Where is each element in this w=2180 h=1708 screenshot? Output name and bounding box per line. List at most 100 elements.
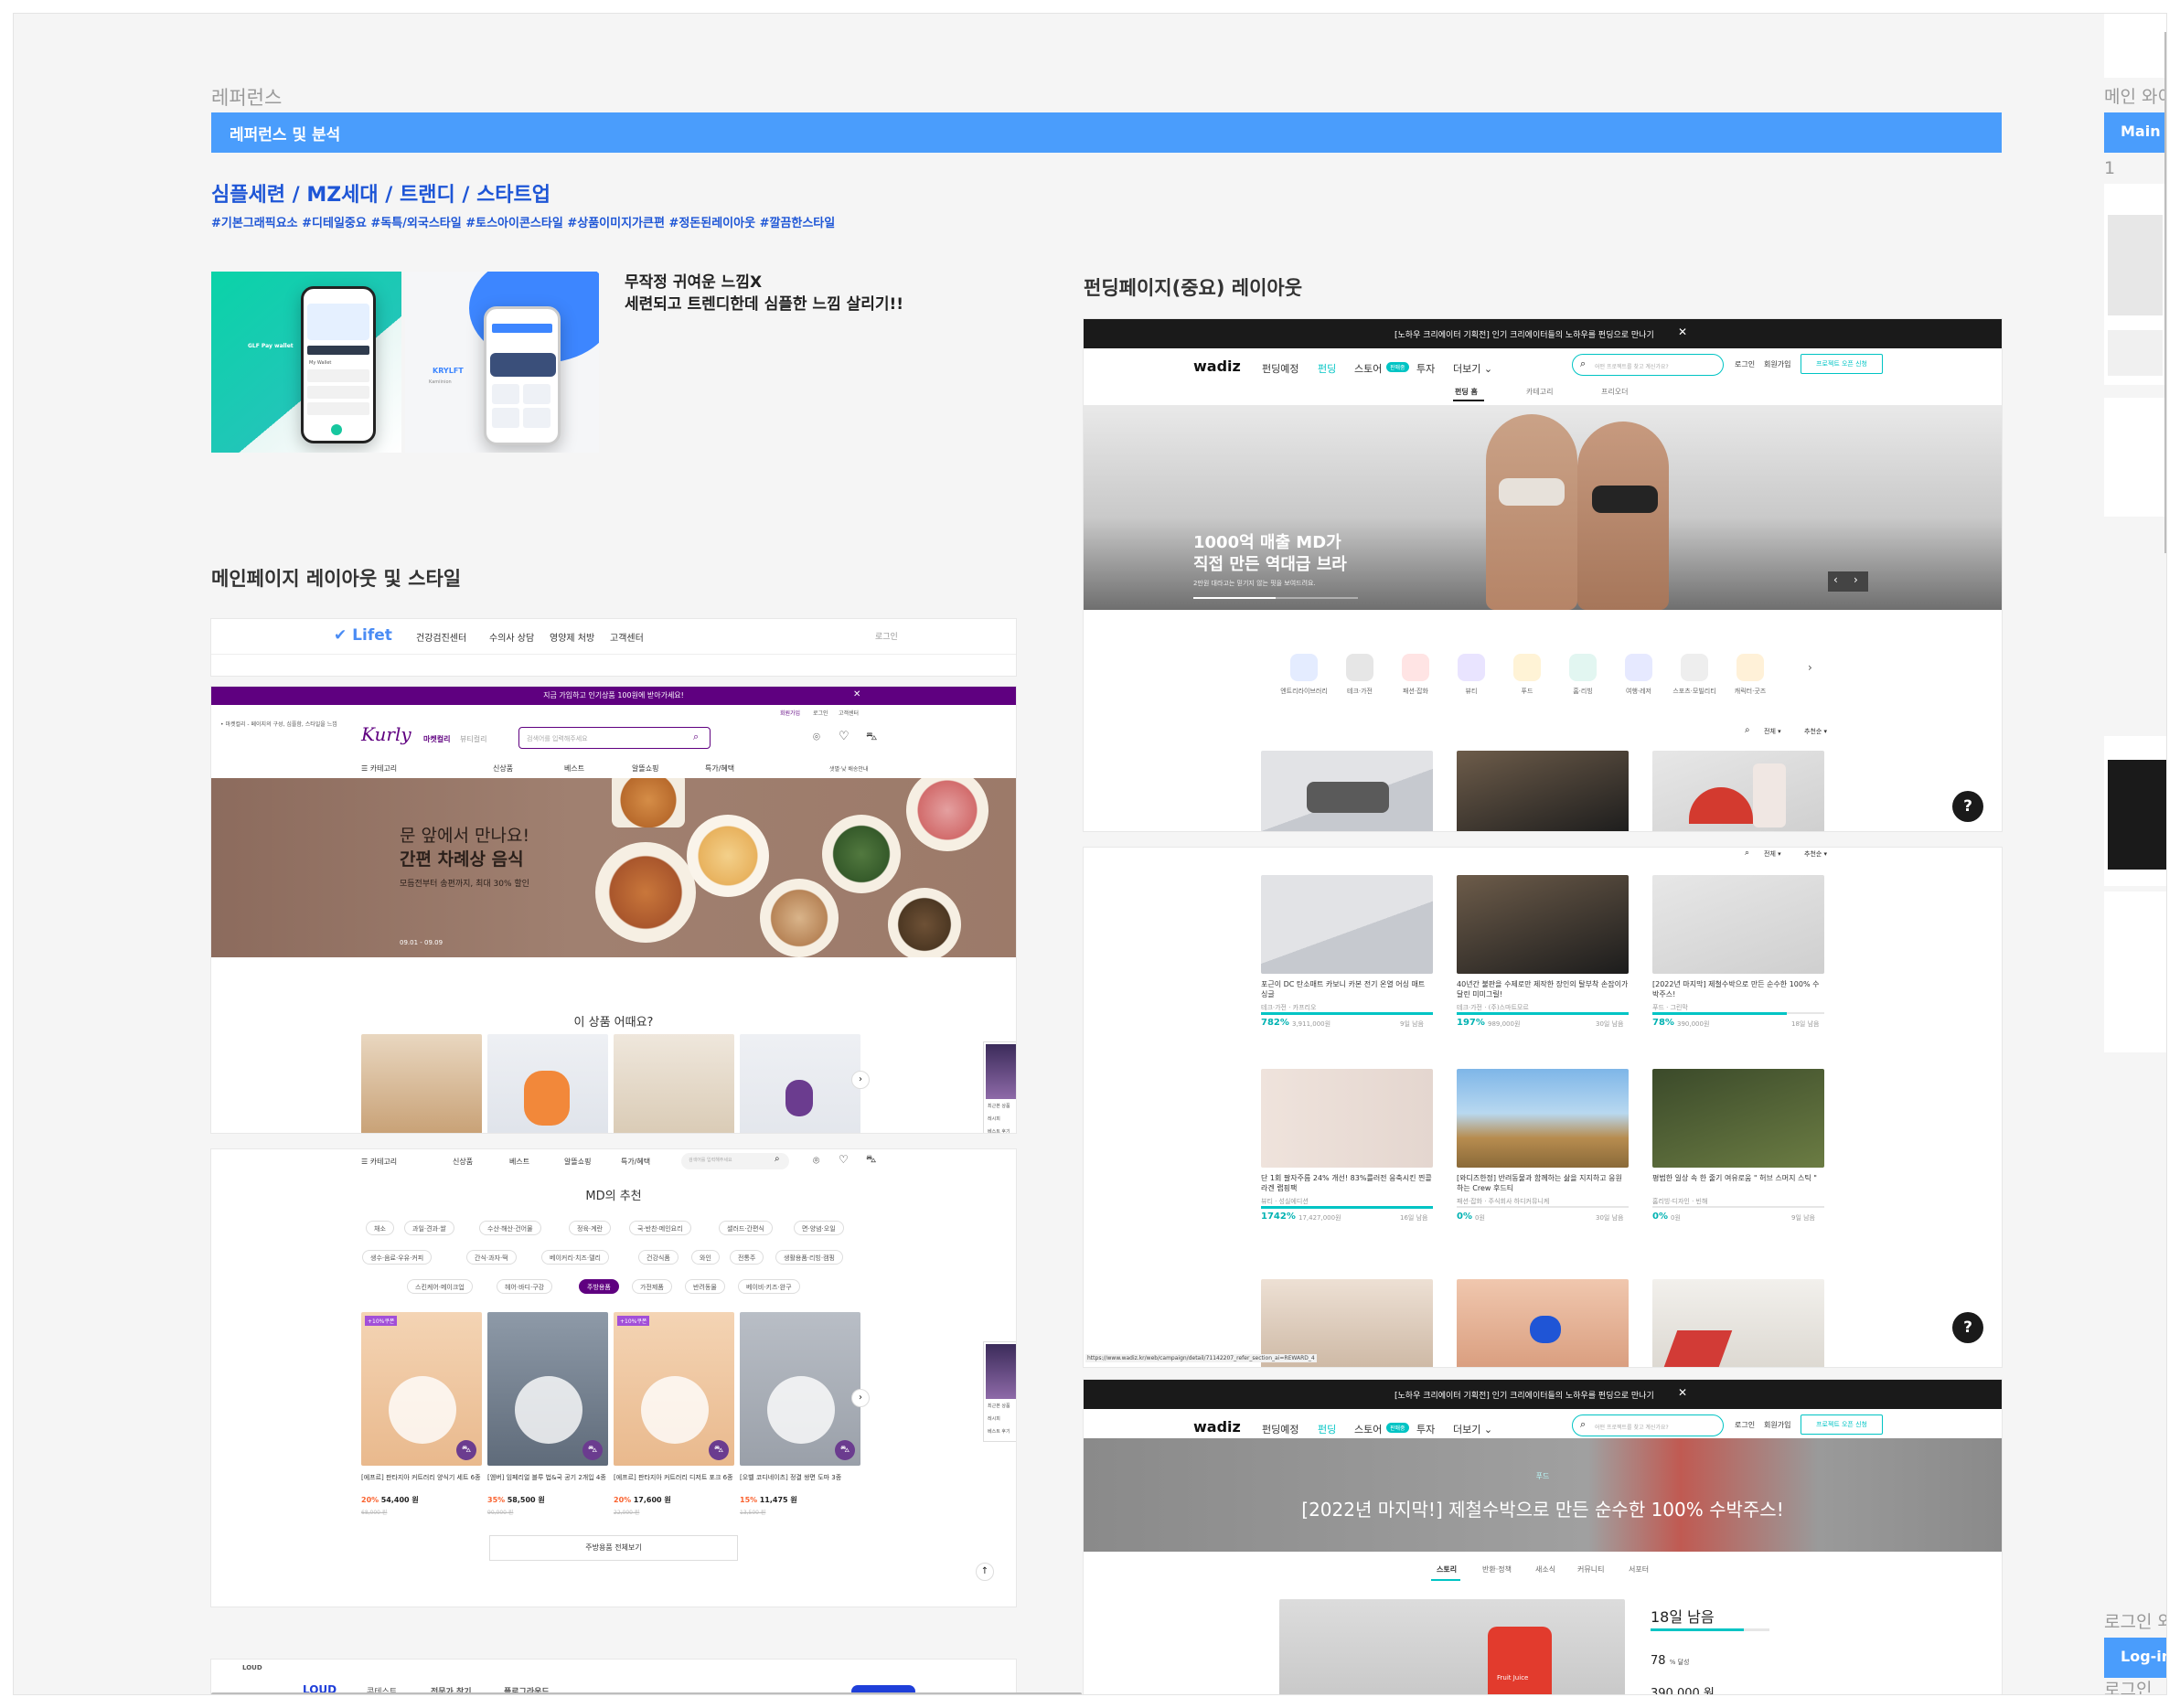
search-icon[interactable]: ⌕ [1580,358,1586,370]
category-icon[interactable] [1681,654,1708,681]
cart-icon[interactable]: ⛍ [866,1153,876,1167]
category-icon[interactable] [1569,654,1597,681]
category-label[interactable]: 패션·잡화 [1389,687,1442,696]
project-open-button[interactable]: 프로젝트 오픈 신청 [1801,1414,1883,1435]
location-icon[interactable]: ⌾ [813,1154,819,1168]
product-image[interactable] [487,1034,608,1133]
category-label[interactable]: 뷰티 [1445,687,1498,696]
kurly-side-panel[interactable]: 최근본 상품 레시피 베스트 후기 [983,1041,1016,1133]
md-tab[interactable]: 채소 [366,1221,394,1235]
md-tab[interactable]: 생수·음료·우유·커피 [362,1250,433,1265]
project-thumb[interactable] [1457,1279,1629,1367]
add-to-cart-icon[interactable]: ⛍ [456,1440,476,1460]
search-icon[interactable]: ⌕ [693,731,699,743]
vertical-scrollbar[interactable] [2164,32,2166,553]
search-icon[interactable]: ⌕ [1745,725,1750,735]
product-image[interactable] [361,1034,482,1133]
wadiz-hero-banner[interactable]: 1000억 매출 MD가 직접 만든 역대급 브라 2만원 대라고는 믿기지 않… [1084,405,2002,610]
filter-sort[interactable]: 추천순 ▾ [1804,727,1827,736]
chevron-left-icon[interactable]: ‹ [1833,573,1838,586]
project-open-button[interactable]: 프로젝트 오픈 신청 [1801,354,1883,374]
project-title[interactable]: 40년간 불판을 수제로만 제작한 장인의 탈부착 손잡이가 달린 미미그릴! [1457,979,1629,999]
project-title[interactable]: 포근이 DC 탄소매트 카보니 카본 전기 온열 어싱 매트 싱글 [1261,979,1433,999]
detail-tab-news[interactable]: 새소식 [1535,1564,1555,1575]
project-title[interactable]: 단 1회 팔자주름 24% 개선! 83%를러전 응축시킨 찐콜라겐 랩핑팩 [1261,1173,1433,1193]
horizontal-scrollbar[interactable] [211,1692,1082,1694]
wadiz-signup[interactable]: 회원가입 [1764,359,1790,369]
kurly-search-input[interactable]: 검색어를 입력해주세요 ⌕ [518,727,711,749]
md-tab[interactable]: 과일·견과·쌀 [404,1221,454,1235]
kurly-menu-category[interactable]: ☰ 카테고리 [361,763,397,774]
detail-tab-story[interactable]: 스토리 [1437,1564,1457,1575]
product-image[interactable]: +10%쿠폰 ⛍ [614,1312,734,1466]
md-tab[interactable]: 국·반찬·메인요리 [629,1221,691,1235]
md-tab[interactable]: 전통주 [730,1250,764,1265]
lifet-login[interactable]: 로그인 [875,630,898,642]
add-to-cart-icon[interactable]: ⛍ [835,1440,855,1460]
detail-tab-community[interactable]: 커뮤니티 [1577,1564,1604,1575]
kurly-login-link[interactable]: 로그인 [813,709,828,717]
kurly-cs-link[interactable]: 고객센터 [839,709,859,717]
carousel-next-icon[interactable]: › [851,1071,870,1089]
md-tab[interactable]: 반려동물 [685,1279,725,1294]
wadiz-search-input[interactable]: ⌕ 어떤 프로젝트를 찾고 계신가요? [1572,354,1724,376]
banner-close-icon[interactable]: ✕ [1678,1386,1687,1399]
help-icon[interactable]: ? [1952,791,1983,822]
kurly-menu-best[interactable]: 베스트 [564,763,584,774]
add-to-cart-icon[interactable]: ⛍ [582,1440,603,1460]
md-tab[interactable]: 면·양념·오일 [794,1221,844,1235]
lifet-nav-checkup[interactable]: 건강검진센터 [416,630,466,644]
category-label[interactable]: 여행·레저 [1612,687,1665,696]
category-label[interactable]: 스포츠·모빌리티 [1668,687,1721,696]
project-title[interactable]: [와디즈한정] 반려동물과 함께하는 삶을 지지하고 응원하는 Crew 후드티 [1457,1173,1629,1193]
md-tab[interactable]: 샐러드·간편식 [719,1221,773,1235]
wadiz-top-banner[interactable]: [노하우 크리에이터 기획전] 인기 크리에이터들의 노하우를 펀딩으로 만나기… [1084,319,2002,348]
md-tab[interactable]: 와인 [691,1250,720,1265]
product-image[interactable]: ⛍ [487,1312,608,1466]
scroll-top-icon[interactable]: ↑ [976,1563,994,1581]
category-icon[interactable] [1625,654,1652,681]
product-image[interactable]: ⛍ [740,1312,860,1466]
carousel-next-icon[interactable]: › [851,1389,870,1407]
project-title[interactable]: 평범한 일상 속 한 줄기 여유로움 " 허브 스머지 스틱 " [1652,1173,1824,1183]
chevron-right-icon[interactable]: › [1854,573,1858,586]
category-label[interactable]: 푸드 [1501,687,1554,696]
kurly-menu-new[interactable]: 신상품 [493,763,513,774]
search-icon[interactable]: ⌕ [775,1154,780,1164]
wadiz-subtab-preorder[interactable]: 프리오더 [1601,387,1628,397]
md-tab[interactable]: 수산·해산·건어물 [479,1221,541,1235]
banner-close-icon[interactable]: ✕ [853,689,860,699]
add-to-cart-icon[interactable]: ⛍ [709,1440,729,1460]
md-tab[interactable]: 헤어·바디·구강 [497,1279,553,1294]
wadiz-subtab-home[interactable]: 펀딩 홈 [1455,387,1478,397]
wadiz-nav-funding[interactable]: 펀딩 [1318,361,1336,376]
wadiz-top-banner[interactable]: [노하우 크리에이터 기획전] 인기 크리에이터들의 노하우를 펀딩으로 만나기… [1084,1380,2002,1409]
chevron-right-icon[interactable]: › [1808,661,1812,674]
detail-tab-policy[interactable]: 반환·정책 [1482,1564,1512,1575]
kurly-hero-banner[interactable]: 문 앞에서 만나요! 간편 차례상 음식 모듬전부터 송편까지, 최대 30% … [211,778,1016,957]
help-icon[interactable]: ? [1952,1312,1983,1343]
wadiz-nav-store[interactable]: 스토어 [1354,361,1382,376]
project-thumb[interactable] [1261,1069,1433,1168]
heart-icon[interactable]: ♡ [839,1153,849,1166]
project-thumb[interactable] [1457,751,1629,831]
banner-close-icon[interactable]: ✕ [1678,326,1687,338]
lifet-nav-support[interactable]: 고객센터 [610,630,644,644]
category-label[interactable]: 테크·가전 [1333,687,1386,696]
kurly-top-banner[interactable]: 지금 가입하고 인기상품 100원에 받아가세요! ✕ [211,687,1016,705]
search-icon[interactable]: ⌕ [1745,849,1749,858]
project-title[interactable]: [2022년 마지막] 제철수박으로 만든 순수한 100% 수박주스! [1652,979,1824,999]
project-thumb[interactable] [1261,875,1433,974]
heart-icon[interactable]: ♡ [839,730,850,743]
wadiz-search-input[interactable]: ⌕ 어떤 프로젝트를 찾고 계신가요? [1572,1414,1724,1436]
kurly-logo[interactable]: Kurly [361,723,411,745]
md-tab[interactable]: 정육·계란 [569,1221,611,1235]
category-icon[interactable] [1346,654,1373,681]
product-image[interactable] [614,1034,734,1133]
hero-pager[interactable]: ‹ › [1828,571,1868,592]
category-icon[interactable] [1737,654,1764,681]
category-icon[interactable] [1290,654,1318,681]
filter-all[interactable]: 전체 ▾ [1764,727,1781,736]
project-thumb[interactable] [1652,1279,1824,1367]
product-name[interactable]: [에프르] 판타지아 커트러리 양식기 세트 6종 [361,1473,482,1482]
